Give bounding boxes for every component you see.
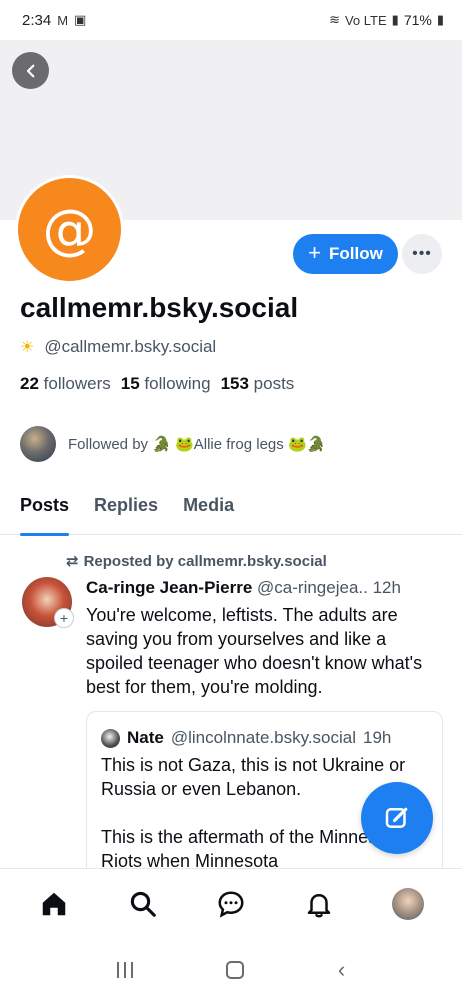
home-icon: [42, 892, 66, 915]
chevron-left-icon: [26, 64, 34, 77]
at-sign-icon: @: [42, 198, 97, 261]
search-icon: [130, 891, 156, 917]
quote-handle: @lincolnnate.bsky.social: [170, 728, 356, 747]
followed-by-text: Followed by 🐊 🐸Allie frog legs 🐸🐊: [68, 436, 326, 453]
home-tab[interactable]: [34, 884, 74, 924]
profile-tabs: Posts Replies Media: [0, 490, 462, 536]
tab-replies[interactable]: Replies: [94, 490, 158, 535]
follower-avatar: [20, 426, 56, 462]
status-bar: 2:34 M ▣ ≋ Vo LTE ▮ 71% ▮: [0, 0, 462, 40]
bell-icon: [308, 893, 331, 917]
compose-button[interactable]: [361, 782, 433, 854]
more-options-button[interactable]: •••: [402, 234, 442, 274]
post-handle[interactable]: @ca-ringejea..: [257, 578, 368, 597]
sun-icon: ☀: [20, 339, 35, 356]
display-name: callmemr.bsky.social: [20, 292, 299, 323]
tab-media[interactable]: Media: [183, 490, 234, 535]
back-button[interactable]: [12, 52, 49, 89]
user-avatar: [391, 887, 424, 920]
following-stat[interactable]: 15 following: [121, 374, 211, 394]
system-navigation-bar: ‹: [0, 940, 462, 1000]
quote-time: 19h: [363, 728, 392, 747]
quote-author: Nate: [127, 728, 164, 747]
followed-by-row[interactable]: Followed by 🐊 🐸Allie frog legs 🐸🐊: [20, 426, 325, 462]
repost-line[interactable]: ⇄ Reposted by callmemr.bsky.social: [66, 552, 327, 571]
followers-stat[interactable]: 22 followers: [20, 374, 111, 394]
follow-button[interactable]: + Follow: [293, 234, 398, 274]
gmail-icon: M: [57, 12, 69, 28]
post-time: 12h: [372, 578, 401, 597]
repost-label: Reposted by callmemr.bsky.social: [83, 552, 327, 570]
pencil-icon: [385, 807, 408, 828]
quote-header: Nate @lincolnnate.bsky.social 19h: [101, 728, 391, 748]
plus-icon: +: [308, 240, 322, 265]
image-icon: ▣: [74, 12, 87, 27]
quote-author-avatar: [101, 728, 120, 748]
posts-stat: 153 posts: [220, 374, 295, 393]
chat-tab[interactable]: [211, 884, 251, 924]
search-tab[interactable]: [123, 884, 163, 924]
system-back-icon[interactable]: ‹: [338, 957, 345, 983]
bottom-navigation: [0, 868, 462, 938]
system-home-icon[interactable]: [226, 961, 245, 979]
ellipsis-icon: •••: [412, 245, 432, 262]
network-label: Vo LTE: [344, 12, 387, 28]
profile-stats: 22 followers 15 following 153 posts: [20, 374, 294, 394]
add-follow-badge-icon[interactable]: +: [54, 608, 74, 628]
post-text: You're welcome, leftists. The adults are…: [86, 605, 423, 697]
battery-percentage: 71%: [403, 12, 432, 28]
profile-tab[interactable]: [388, 884, 428, 924]
status-time: 2:34: [22, 11, 52, 29]
recent-apps-icon[interactable]: [116, 962, 133, 978]
post-header: Ca-ringe Jean-Pierre @ca-ringejea.. 12h: [86, 578, 446, 598]
handle-row: ☀ @callmemr.bsky.social: [20, 337, 216, 357]
tab-posts[interactable]: Posts: [20, 490, 70, 536]
post-author[interactable]: Ca-ringe Jean-Pierre: [86, 578, 252, 597]
notifications-tab[interactable]: [299, 884, 339, 924]
profile-avatar[interactable]: @: [15, 175, 124, 284]
signal-icon: ▮: [391, 12, 399, 27]
repost-icon: ⇄: [66, 553, 79, 570]
wifi-icon: ≋: [329, 12, 340, 27]
chat-icon: [218, 890, 244, 918]
profile-handle: @callmemr.bsky.social: [44, 337, 217, 356]
follow-label: Follow: [329, 244, 383, 263]
battery-icon: ▮: [436, 12, 444, 27]
